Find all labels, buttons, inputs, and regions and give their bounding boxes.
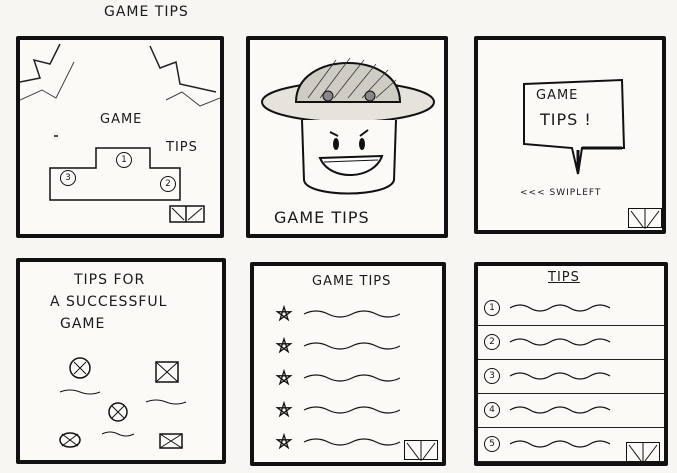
tip-number: 2: [484, 334, 500, 350]
star-list-item: [275, 432, 401, 450]
podium-third: 3: [60, 170, 76, 186]
swipe-hint: <<< SWIPLEFT: [520, 188, 602, 198]
podium-sketch: [20, 43, 220, 223]
tip-number: 3: [484, 368, 500, 384]
star-list-item: [275, 368, 401, 386]
scribble-line: [303, 438, 401, 446]
storyboard-frame-speech-bubble: GAME TIPS ! <<< SWIPLEFT: [474, 36, 666, 234]
storyboard-frame-tips-intro: TIPS FOR A SUCCESSFUL GAME: [16, 258, 226, 464]
star-icon: [275, 400, 293, 418]
logo-mark: [626, 442, 660, 463]
numbered-tip-row: 2: [478, 326, 664, 360]
storyboard-frame-character: GAME TIPS: [246, 36, 448, 238]
star-list-item: [275, 400, 401, 418]
tips-label: TIPS: [166, 140, 198, 155]
scribble-line: [509, 338, 611, 346]
scribble-line: [303, 342, 401, 350]
character-sketch: [261, 57, 435, 195]
logo-mark: [628, 208, 662, 229]
storyboard-frame-numbered-tips: TIPS 1 2 3 4 5: [474, 262, 668, 466]
logo-mark: [404, 440, 438, 461]
tip-number: 5: [484, 436, 500, 452]
game-label: GAME: [100, 112, 143, 127]
scribble-line: [509, 304, 611, 312]
bubble-line-2: TIPS !: [540, 110, 592, 129]
star-list-item: [275, 304, 401, 322]
character-caption: GAME TIPS: [274, 208, 370, 227]
scribble-line: [303, 374, 401, 382]
tip-number: 4: [484, 402, 500, 418]
scribble-line: [509, 372, 611, 380]
star-icon: [275, 304, 293, 322]
bubble-line-1: GAME: [536, 88, 579, 103]
scribble-line: [509, 406, 611, 414]
storyboard-frame-podium: GAME TIPS 1 2 3: [16, 36, 224, 238]
icons-sketch: [59, 357, 187, 449]
podium-first: 1: [116, 152, 132, 168]
star-list-item: [275, 336, 401, 354]
scribble-line: [303, 406, 401, 414]
bubble-sketch: [523, 78, 626, 175]
star-icon: [275, 336, 293, 354]
star-icon: [275, 368, 293, 386]
storyboard-frame-star-list: GAME TIPS: [250, 262, 446, 466]
scribble-line: [303, 310, 401, 318]
page-title: GAME TIPS: [104, 4, 189, 20]
star-list-sketch: [275, 304, 401, 450]
podium-second: 2: [160, 176, 176, 192]
star-icon: [275, 432, 293, 450]
numbered-tip-row: 1: [478, 292, 664, 326]
numbered-title: TIPS: [548, 270, 580, 285]
numbered-tip-row: 4: [478, 394, 664, 428]
tip-number: 1: [484, 300, 500, 316]
numbered-tip-row: 3: [478, 360, 664, 394]
